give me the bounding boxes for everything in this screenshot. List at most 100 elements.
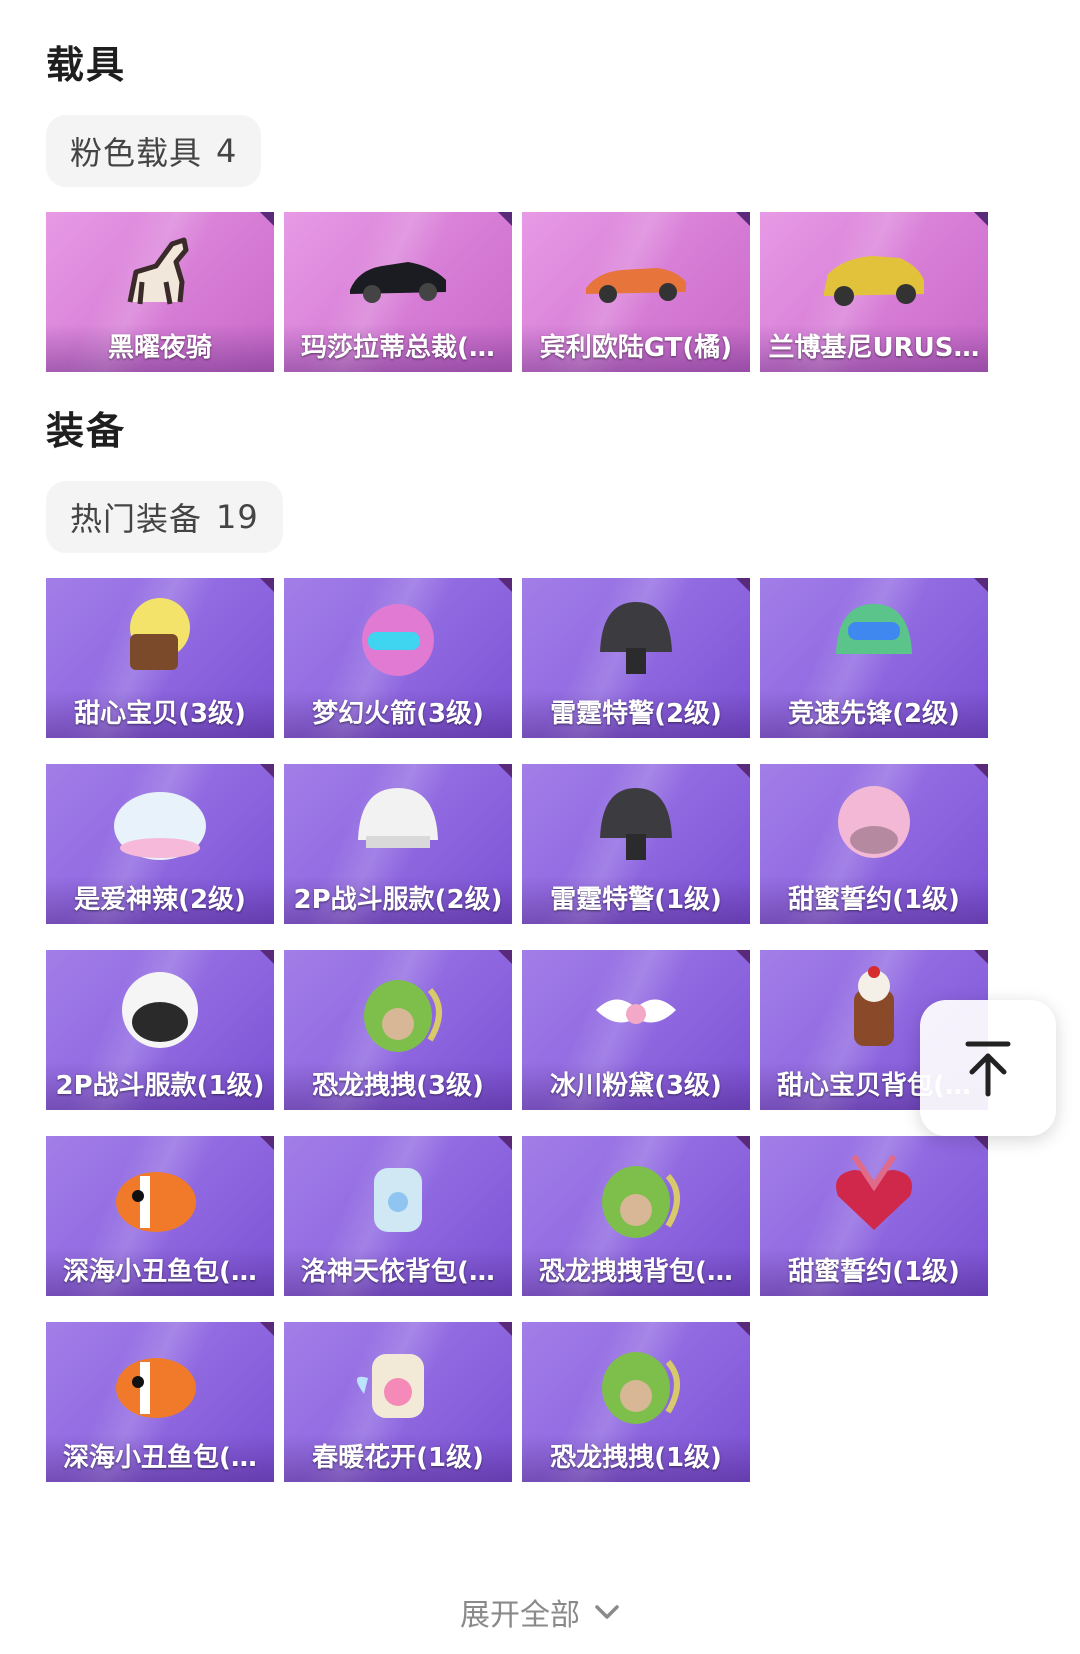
item-card[interactable]: 恐龙拽拽(1级)	[522, 1322, 750, 1482]
horse-icon	[100, 222, 220, 322]
card-corner-fold	[974, 950, 988, 964]
item-name: 兰博基尼URUS…	[760, 324, 988, 372]
item-card[interactable]: 春暖花开(1级)	[284, 1322, 512, 1482]
item-card[interactable]: 是爱神辣(2级)	[46, 764, 274, 924]
card-corner-fold	[736, 212, 750, 226]
item-name: 黑曜夜骑	[46, 324, 274, 372]
black-sedan-icon	[338, 222, 458, 322]
clownfish-backpack-icon	[100, 1332, 220, 1432]
item-name: 玛莎拉蒂总裁(…	[284, 324, 512, 372]
cupcake-helmet-icon	[100, 588, 220, 688]
card-corner-fold	[974, 212, 988, 226]
card-corner-fold	[498, 212, 512, 226]
clownfish-backpack-icon	[100, 1146, 220, 1246]
white-helmet-icon	[338, 774, 458, 874]
item-card[interactable]: 雷霆特警(2级)	[522, 578, 750, 738]
equipment-grid: 甜心宝贝(3级) 梦幻火箭(3级) 雷霆特警(2级) 竞速先锋(2级) 是爱神辣(2级)…	[46, 578, 1026, 1482]
white-open-helmet-icon	[100, 960, 220, 1060]
card-corner-fold	[498, 950, 512, 964]
back-to-top-button[interactable]	[920, 1000, 1056, 1136]
item-name: 梦幻火箭(3级)	[284, 690, 512, 738]
item-name: 是爱神辣(2级)	[46, 876, 274, 924]
item-name: 2P战斗服款(1级)	[46, 1062, 274, 1110]
item-card[interactable]: 深海小丑鱼包(…	[46, 1136, 274, 1296]
hot-equipment-filter-chip[interactable]: 热门装备 19	[46, 481, 283, 553]
heart-backpack-icon	[814, 1146, 934, 1246]
item-name: 恐龙拽拽(1级)	[522, 1434, 750, 1482]
item-card[interactable]: 宾利欧陆GT(橘)	[522, 212, 750, 372]
orange-convertible-icon	[576, 222, 696, 322]
item-name: 恐龙拽拽背包(…	[522, 1248, 750, 1296]
item-card[interactable]: 恐龙拽拽(3级)	[284, 950, 512, 1110]
item-card[interactable]: 甜蜜誓约(1级)	[760, 764, 988, 924]
arrow-up-icon	[965, 1041, 1011, 1097]
item-name: 2P战斗服款(2级)	[284, 876, 512, 924]
item-card[interactable]: 甜心宝贝(3级)	[46, 578, 274, 738]
item-card[interactable]: 玛莎拉蒂总裁(…	[284, 212, 512, 372]
sheep-helmet-icon	[100, 774, 220, 874]
item-name: 深海小丑鱼包(…	[46, 1248, 274, 1296]
item-card[interactable]: 冰川粉黛(3级)	[522, 950, 750, 1110]
card-corner-fold	[736, 1136, 750, 1150]
item-name: 甜心宝贝(3级)	[46, 690, 274, 738]
item-card[interactable]: 梦幻火箭(3级)	[284, 578, 512, 738]
item-card[interactable]: 2P战斗服款(2级)	[284, 764, 512, 924]
item-card[interactable]: 2P战斗服款(1级)	[46, 950, 274, 1110]
dino-backpack-icon	[576, 1332, 696, 1432]
vehicles-section-title: 载具	[46, 43, 127, 87]
item-card[interactable]: 恐龙拽拽背包(…	[522, 1136, 750, 1296]
item-name: 甜蜜誓约(1级)	[760, 876, 988, 924]
card-corner-fold	[498, 764, 512, 778]
card-corner-fold	[260, 1136, 274, 1150]
item-name: 春暖花开(1级)	[284, 1434, 512, 1482]
item-card[interactable]: 深海小丑鱼包(…	[46, 1322, 274, 1482]
card-corner-fold	[260, 578, 274, 592]
item-name: 甜蜜誓约(1级)	[760, 1248, 988, 1296]
item-name: 深海小丑鱼包(…	[46, 1434, 274, 1482]
swat-helmet-icon	[576, 588, 696, 688]
expand-all-label: 展开全部	[460, 1598, 580, 1633]
pink-vehicles-filter-chip[interactable]: 粉色载具 4	[46, 115, 262, 187]
card-corner-fold	[736, 950, 750, 964]
item-name: 宾利欧陆GT(橘)	[522, 324, 750, 372]
item-card[interactable]: 雷霆特警(1级)	[522, 764, 750, 924]
card-corner-fold	[974, 764, 988, 778]
card-corner-fold	[498, 578, 512, 592]
item-card[interactable]: 洛神天依背包(…	[284, 1136, 512, 1296]
item-name: 竞速先锋(2级)	[760, 690, 988, 738]
card-corner-fold	[974, 1136, 988, 1150]
chip-count: 4	[216, 132, 238, 170]
card-corner-fold	[736, 578, 750, 592]
card-corner-fold	[974, 578, 988, 592]
chip-count: 19	[216, 498, 259, 536]
card-corner-fold	[498, 1322, 512, 1336]
vehicles-grid: 黑曜夜骑 玛莎拉蒂总裁(… 宾利欧陆GT(橘) 兰博基尼URUS…	[46, 212, 1026, 372]
equipment-section-title: 装备	[46, 409, 127, 453]
card-corner-fold	[260, 764, 274, 778]
card-corner-fold	[498, 1136, 512, 1150]
item-name: 冰川粉黛(3级)	[522, 1062, 750, 1110]
expand-all-button[interactable]: 展开全部	[0, 1590, 1080, 1634]
card-corner-fold	[260, 212, 274, 226]
item-card[interactable]: 甜蜜誓约(1级)	[760, 1136, 988, 1296]
item-card[interactable]: 黑曜夜骑	[46, 212, 274, 372]
card-corner-fold	[260, 950, 274, 964]
card-corner-fold	[736, 764, 750, 778]
item-card[interactable]: 兰博基尼URUS…	[760, 212, 988, 372]
racer-helmet-icon	[814, 588, 934, 688]
wing-backpack-icon	[576, 960, 696, 1060]
pink-helmet-icon	[814, 774, 934, 874]
chip-label: 热门装备	[70, 500, 203, 538]
chip-label: 粉色载具	[70, 134, 203, 172]
yellow-suv-icon	[814, 222, 934, 322]
item-name: 雷霆特警(1级)	[522, 876, 750, 924]
dino-backpack-icon	[576, 1146, 696, 1246]
item-name: 恐龙拽拽(3级)	[284, 1062, 512, 1110]
chevron-down-icon	[595, 1605, 619, 1619]
card-corner-fold	[736, 1322, 750, 1336]
item-card[interactable]: 竞速先锋(2级)	[760, 578, 988, 738]
card-corner-fold	[260, 1322, 274, 1336]
swat-helmet-icon	[576, 774, 696, 874]
cake-backpack-icon	[814, 960, 934, 1060]
dino-backpack-icon	[338, 960, 458, 1060]
